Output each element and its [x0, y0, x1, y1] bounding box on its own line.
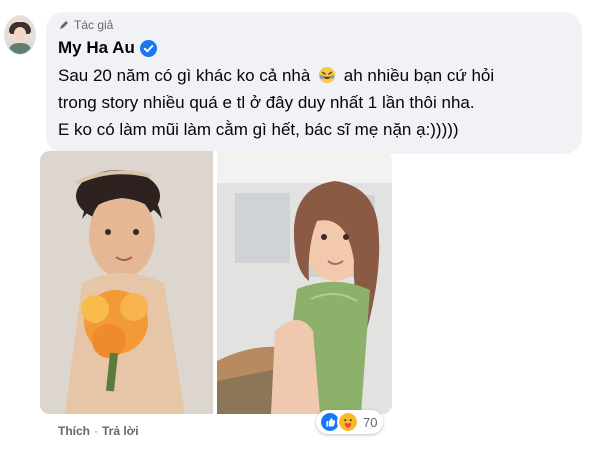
reaction-summary[interactable]: 70 — [316, 410, 384, 434]
reaction-count: 70 — [363, 414, 378, 430]
reply-action[interactable]: Trả lời — [102, 424, 139, 438]
comment-line-3: E ko có làm mũi làm cằm gì hết, bác sĩ m… — [58, 120, 459, 139]
rolling-laughing-emoji-icon — [318, 66, 336, 84]
childhood-photo — [40, 151, 213, 414]
recent-photo-illustration — [217, 151, 392, 414]
action-separator: · — [94, 424, 98, 438]
pen-icon — [60, 21, 68, 29]
care-reaction-icon — [337, 411, 359, 433]
author-tag-label: Tác giả — [74, 18, 114, 32]
author-row: My Ha Au — [58, 38, 157, 58]
comment-actions: Thích · Trả lời — [58, 424, 139, 438]
author-name[interactable]: My Ha Au — [58, 38, 135, 58]
childhood-photo-illustration — [40, 151, 213, 414]
comment-text: Sau 20 năm có gì khác ko cả nhà ah nhiều… — [58, 62, 578, 143]
comment-line-1: Sau 20 năm có gì khác ko cả nhà — [58, 66, 311, 85]
attached-photo[interactable] — [40, 151, 392, 414]
avatar-body — [8, 43, 32, 54]
author-avatar[interactable] — [4, 15, 36, 55]
recent-photo — [217, 151, 392, 414]
comment-line-2: trong story nhiều quá e tl ở đây duy nhấ… — [58, 93, 475, 112]
avatar-face — [14, 27, 26, 40]
author-tag: Tác giả — [58, 18, 113, 32]
comment-line-1b: ah nhiều bạn cứ hỏi — [343, 66, 495, 85]
like-action[interactable]: Thích — [58, 424, 90, 438]
verified-badge-icon — [139, 39, 157, 57]
